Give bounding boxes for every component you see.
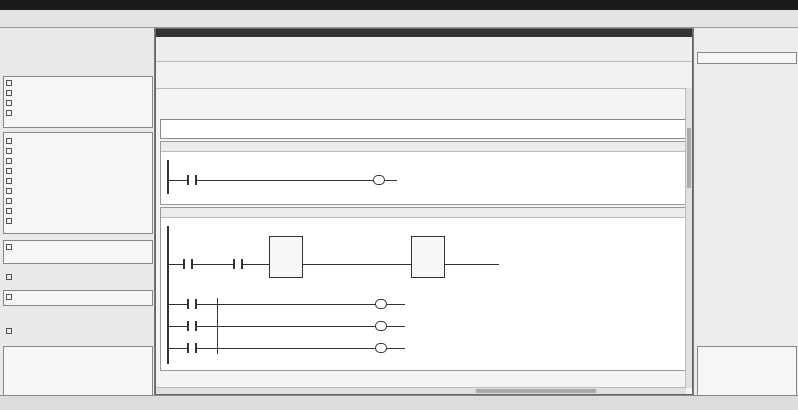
panel-search-field[interactable] [697,52,797,64]
window-title-bar [0,0,798,10]
tree-item[interactable] [6,274,14,281]
tree-item[interactable] [6,158,14,165]
tree-item[interactable] [6,294,14,301]
folder-icon [6,80,12,86]
coil-output[interactable] [375,343,387,353]
contact-no[interactable] [233,259,243,269]
block-icon [6,218,12,224]
folder-icon [6,90,12,96]
block-icon [6,208,12,214]
block-icon [6,188,12,194]
function-block-1[interactable] [269,236,303,278]
block-comment[interactable] [160,119,687,139]
tree-item[interactable] [6,80,14,87]
block-icon [6,148,12,154]
function-block-2[interactable] [411,236,445,278]
coil-output[interactable] [375,321,387,331]
tree-item[interactable] [6,168,14,175]
coil-output[interactable] [375,299,387,309]
contact-no[interactable] [187,175,197,185]
block-icon [6,178,12,184]
block-icon [6,168,12,174]
tree-item[interactable] [6,148,14,155]
tree-item[interactable] [6,178,14,185]
contact-no[interactable] [187,299,197,309]
branch-rung [169,348,405,349]
tree-item[interactable] [6,208,14,215]
editor-vertical-scrollbar[interactable] [685,88,692,388]
editor-toolbar [156,37,692,62]
folder-icon [6,328,12,334]
ladder-editor [155,28,693,395]
network-1[interactable] [160,141,687,205]
power-rail [167,226,169,364]
network-2[interactable] [160,207,687,371]
main-toolbar [0,10,798,28]
block-icon [6,198,12,204]
tree-group-3 [3,240,153,264]
folder-icon [6,294,12,300]
folder-icon [6,100,12,106]
power-rail [167,160,169,194]
instructions-panel [693,28,798,398]
scrollbar-thumb[interactable] [476,389,596,393]
block-icon [6,158,12,164]
panel-bottom-section [697,346,797,396]
contact-no[interactable] [187,343,197,353]
tree-item[interactable] [6,100,14,107]
folder-icon [6,110,12,116]
network-header [161,208,686,218]
tree-item[interactable] [6,198,14,205]
editor-horizontal-scrollbar[interactable] [156,387,686,394]
block-interface-bar [156,62,692,89]
tree-item[interactable] [6,218,14,225]
details-panel [3,346,153,396]
branch-rung [169,326,405,327]
tree-group-1 [3,76,153,128]
rung-wire [169,264,499,265]
tree-group-2 [3,132,153,234]
contact-no[interactable] [183,259,193,269]
tree-item[interactable] [6,328,14,335]
rung-wire [169,180,397,181]
tree-item[interactable] [6,110,14,117]
tree-group-4 [3,290,153,306]
tree-item[interactable] [6,188,14,195]
folder-icon [6,244,12,250]
network-header [161,142,686,152]
tree-item[interactable] [6,244,14,251]
folder-icon [6,274,12,280]
branch-rung [169,304,405,305]
contact-no[interactable] [187,321,197,331]
project-tree-panel [0,28,155,398]
block-icon [6,138,12,144]
bottom-status-bar [0,395,798,410]
tree-item[interactable] [6,90,14,97]
editor-tab-bar [156,29,692,37]
coil-output[interactable] [373,175,385,185]
scrollbar-thumb[interactable] [687,128,691,188]
tree-item[interactable] [6,138,14,145]
